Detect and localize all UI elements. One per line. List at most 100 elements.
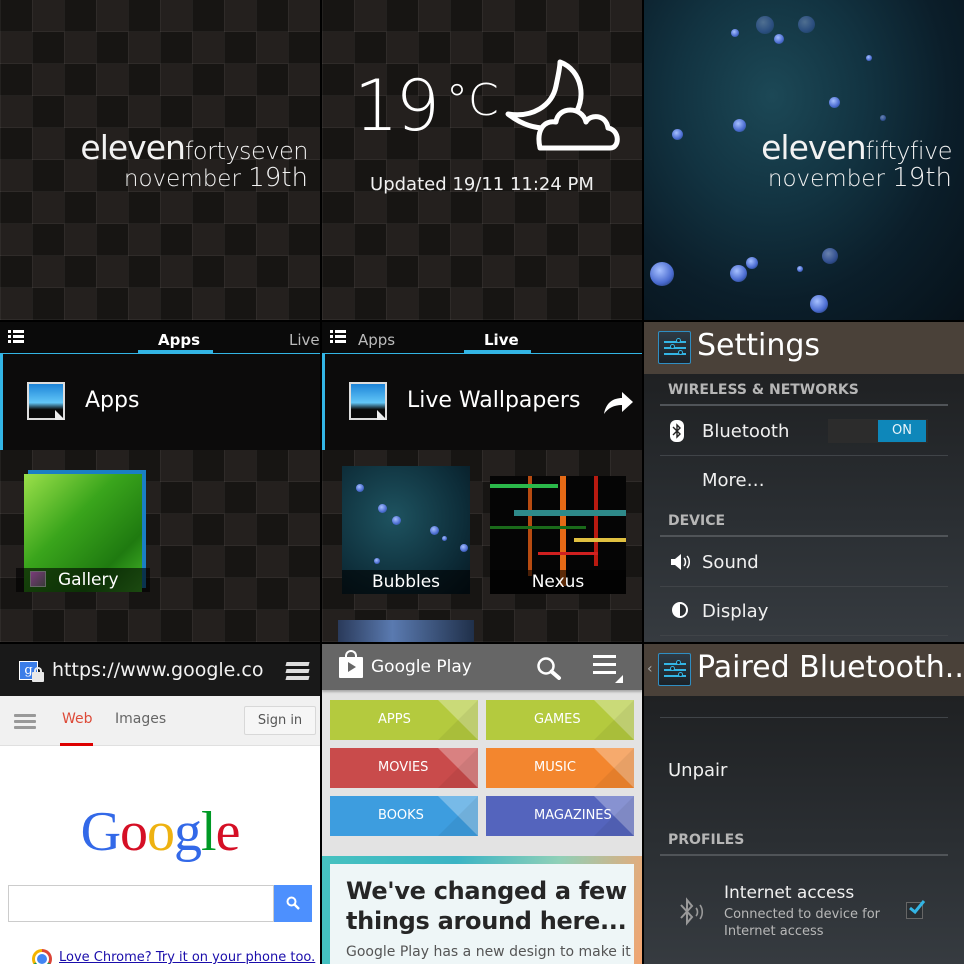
bubble bbox=[746, 257, 758, 269]
chrome-toolbar: g https://www.google.com/webhp bbox=[0, 644, 320, 696]
bubble bbox=[731, 29, 739, 37]
bubble bbox=[866, 55, 872, 61]
gallery-app-icon bbox=[30, 571, 46, 587]
clock-hour: eleven bbox=[80, 128, 186, 167]
category-games[interactable]: GAMES bbox=[486, 700, 634, 740]
section-header-wireless: WIRELESS & NETWORKS bbox=[668, 382, 859, 398]
category-movies[interactable]: MOVIES bbox=[330, 748, 478, 788]
sign-in-button[interactable]: Sign in bbox=[244, 706, 316, 735]
menu-icon[interactable] bbox=[330, 330, 346, 344]
bubble bbox=[374, 558, 380, 564]
clock-widget-tile: elevenfortyseven november 19th bbox=[0, 0, 320, 320]
bubble bbox=[733, 119, 746, 132]
tab-live[interactable]: Live bbox=[484, 331, 519, 349]
moon-cloud-icon bbox=[505, 59, 620, 151]
category-label: MOVIES bbox=[378, 760, 429, 775]
nexus-line bbox=[538, 552, 598, 555]
brightness-icon bbox=[672, 602, 688, 618]
settings-sliders-icon[interactable] bbox=[658, 331, 691, 364]
tab-images[interactable]: Images bbox=[115, 711, 166, 727]
tab-apps[interactable]: Apps bbox=[158, 331, 200, 349]
category-label: BOOKS bbox=[378, 808, 424, 823]
logo-letter: o bbox=[147, 801, 175, 863]
app-gallery[interactable]: Gallery bbox=[16, 470, 150, 592]
search-icon bbox=[286, 896, 300, 910]
back-caret-icon[interactable]: ‹ bbox=[647, 661, 653, 677]
category-magazines[interactable]: MAGAZINES bbox=[486, 796, 634, 836]
checkmark-icon bbox=[909, 900, 926, 915]
promo-card[interactable]: We've changed a few things around here..… bbox=[330, 864, 634, 964]
internet-access-checkbox[interactable] bbox=[906, 900, 926, 919]
settings-sliders-icon[interactable] bbox=[658, 653, 691, 686]
clock-widget[interactable]: elevenfiftyfive november 19th bbox=[761, 128, 952, 193]
google-nav-bar: Web Images Sign in bbox=[0, 696, 320, 746]
google-search-input[interactable] bbox=[8, 885, 274, 922]
nexus-label: Nexus bbox=[490, 570, 626, 594]
unpair-button[interactable]: Unpair bbox=[668, 760, 727, 781]
weather-updated-time: Updated 19/11 11:24 PM bbox=[370, 174, 594, 195]
drawer-header-title: Apps bbox=[85, 388, 140, 413]
more-setting[interactable]: More… bbox=[702, 470, 765, 491]
weather-widget-tile[interactable]: 19 °C Updated 19/11 11:24 PM bbox=[322, 0, 642, 320]
item-divider bbox=[660, 455, 948, 456]
temperature-unit: °C bbox=[446, 75, 499, 126]
wallpaper-bubbles[interactable]: Bubbles bbox=[342, 466, 470, 594]
bubble bbox=[829, 97, 840, 108]
tab-web[interactable]: Web bbox=[62, 711, 93, 727]
display-label: Display bbox=[702, 601, 769, 622]
toggle-on-label: ON bbox=[878, 420, 926, 442]
bluetooth-toggle[interactable]: ON bbox=[828, 419, 928, 443]
section-header-profiles: PROFILES bbox=[668, 832, 745, 848]
bubble bbox=[650, 262, 674, 286]
section-header-device: DEVICE bbox=[668, 513, 726, 529]
play-store-bag-icon[interactable] bbox=[339, 650, 363, 678]
bubble bbox=[798, 16, 815, 33]
share-arrow-icon[interactable] bbox=[602, 390, 634, 416]
lock-icon bbox=[32, 667, 44, 682]
category-music[interactable]: MUSIC bbox=[486, 748, 634, 788]
active-tab-indicator bbox=[60, 743, 93, 746]
tab-switcher-icon[interactable] bbox=[285, 662, 310, 680]
wallpaper-third[interactable] bbox=[338, 620, 474, 642]
sound-label: Sound bbox=[702, 552, 759, 573]
tab-apps[interactable]: Apps bbox=[358, 331, 395, 349]
bubble bbox=[460, 544, 468, 552]
hamburger-menu-icon[interactable] bbox=[14, 714, 36, 730]
tab-live[interactable]: Live bbox=[289, 331, 320, 349]
category-apps[interactable]: APPS bbox=[330, 700, 478, 740]
nexus-line bbox=[490, 484, 558, 488]
bubble bbox=[822, 248, 838, 264]
bluetooth-icon bbox=[670, 420, 684, 442]
logo-letter: G bbox=[80, 801, 121, 863]
bluetooth-signal-icon bbox=[680, 897, 704, 926]
drawer-tab-bar: Apps Live bbox=[322, 322, 642, 354]
bubble bbox=[672, 129, 683, 140]
search-icon[interactable] bbox=[536, 656, 562, 680]
drawer-header: Apps bbox=[0, 354, 320, 450]
logo-letter: e bbox=[215, 801, 241, 863]
bubble bbox=[378, 504, 387, 513]
category-label: MAGAZINES bbox=[534, 808, 612, 823]
drawer-tab-bar: Apps Live bbox=[0, 322, 320, 354]
profile-summary: Connected to device for Internet access bbox=[724, 907, 881, 939]
bubble bbox=[442, 536, 447, 541]
menu-icon[interactable] bbox=[8, 330, 24, 344]
bubble bbox=[797, 266, 803, 272]
bubbles-wallpaper-tile: elevenfiftyfive november 19th bbox=[644, 0, 964, 320]
search-button[interactable] bbox=[274, 885, 312, 922]
url-bar[interactable]: https://www.google.com/webhp bbox=[52, 659, 264, 681]
wallpaper-nexus[interactable]: Nexus bbox=[490, 476, 626, 594]
logo-letter: l bbox=[201, 801, 217, 863]
category-books[interactable]: BOOKS bbox=[330, 796, 478, 836]
item-divider bbox=[660, 586, 948, 587]
clock-hour: eleven bbox=[761, 128, 867, 167]
google-logo: Google bbox=[0, 800, 320, 864]
drawer-header: Live Wallpapers bbox=[322, 354, 642, 450]
category-label: GAMES bbox=[534, 712, 581, 727]
logo-letter: g bbox=[174, 801, 202, 863]
overflow-menu-icon[interactable] bbox=[593, 655, 623, 683]
clock-widget[interactable]: elevenfortyseven november 19th bbox=[80, 128, 308, 193]
bubble bbox=[774, 34, 784, 44]
chrome-promo-link[interactable]: Love Chrome? Try it on your phone too. bbox=[59, 950, 315, 964]
google-homepage: Google Love Chrome? Try it on your phone… bbox=[0, 747, 320, 964]
